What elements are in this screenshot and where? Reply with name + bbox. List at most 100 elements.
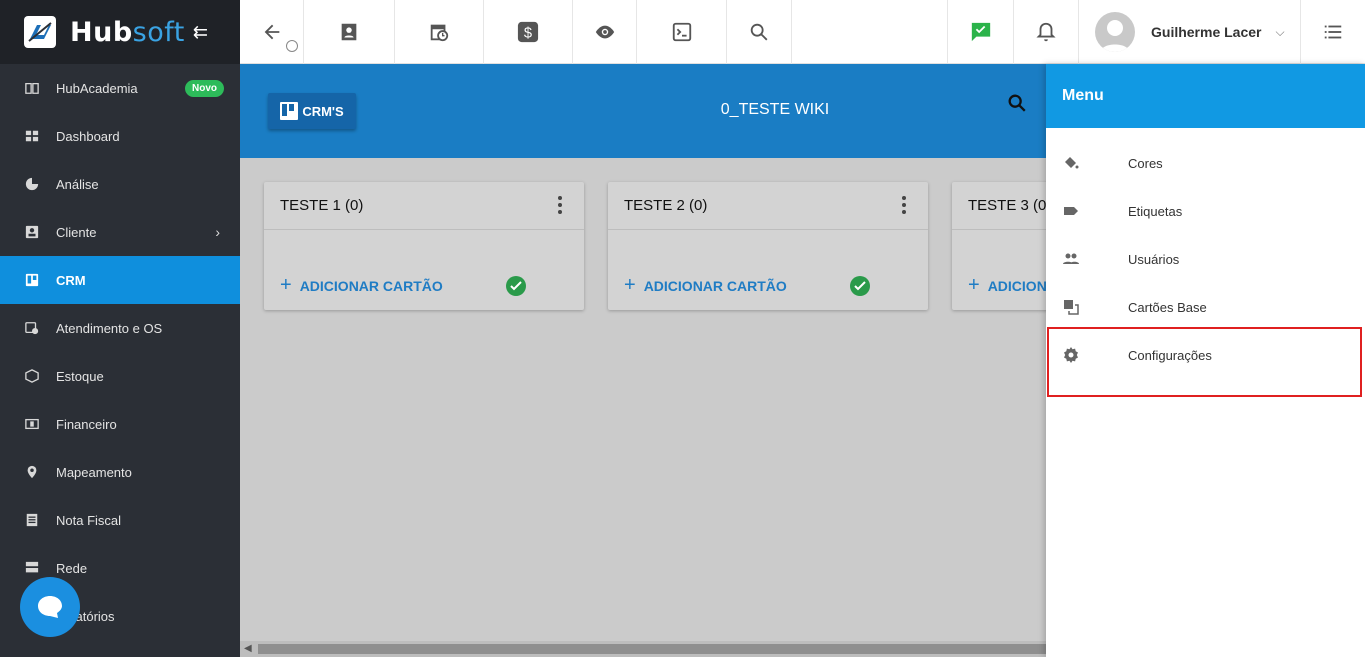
svg-text:$: $ <box>524 26 532 42</box>
menu-item-label: Cartões Base <box>1128 299 1207 315</box>
sidebar-item-mapeamento[interactable]: Mapeamento <box>0 448 240 496</box>
dashboard-icon <box>24 128 40 144</box>
sidebar-item-crm[interactable]: CRM <box>0 256 240 304</box>
topbar-spacer <box>792 0 948 63</box>
map-pin-icon <box>24 464 40 480</box>
view-button[interactable] <box>573 0 637 64</box>
new-badge: Novo <box>185 79 224 97</box>
notifications-button[interactable] <box>1014 0 1079 64</box>
menu-item-cores[interactable]: Cores <box>1046 139 1365 187</box>
document-icon <box>24 512 40 528</box>
add-card-label: ADICIONAR CARTÃO <box>643 277 787 294</box>
paint-bucket-icon <box>1062 154 1080 172</box>
money-icon <box>24 416 40 432</box>
chat-check-icon <box>971 22 990 42</box>
trello-board-icon <box>24 272 40 288</box>
calendar-clock-icon <box>24 320 40 336</box>
contact-card-icon <box>24 224 40 240</box>
menu-item-cartoes-base[interactable]: Cartões Base <box>1046 283 1365 331</box>
calendar-clock-icon <box>430 24 449 42</box>
menu-item-label: Etiquetas <box>1128 203 1183 219</box>
sidebar-item-cliente[interactable]: Cliente › <box>0 208 240 256</box>
list-icon <box>1324 25 1342 39</box>
add-card-button[interactable]: + ADICIONAR CARTÃO <box>280 274 443 297</box>
brand: Hubsoft ⇇ <box>0 0 240 64</box>
terminal-icon <box>672 22 691 42</box>
sidebar-item-analise[interactable]: Análise <box>0 160 240 208</box>
plus-icon: + <box>624 274 636 296</box>
contact-card-icon <box>341 23 357 41</box>
search-icon <box>1008 94 1026 112</box>
search-button[interactable] <box>727 0 792 64</box>
scroll-left-icon[interactable]: ◀ <box>244 643 252 654</box>
sidebar-item-label: Mapeamento <box>56 464 132 480</box>
column-header: TESTE 1 (0) <box>264 182 584 230</box>
label-icon <box>1062 202 1080 220</box>
book-icon <box>24 80 40 96</box>
schedule-button[interactable] <box>395 0 484 64</box>
scrollbar-thumb[interactable] <box>258 644 1058 654</box>
chevron-down-icon: ⌵ <box>1275 24 1285 39</box>
copy-icon <box>1062 298 1080 316</box>
sidebar-item-label: Cliente <box>56 224 97 240</box>
more-vert-icon[interactable] <box>902 196 906 217</box>
board-menu-panel: Menu Cores Etiquetas Usuários Cartões Ba… <box>1046 64 1365 657</box>
menu-title: Menu <box>1046 64 1365 128</box>
column-title: TESTE 2 (0) <box>624 197 708 214</box>
sidebar-item-dashboard[interactable]: Dashboard <box>0 112 240 160</box>
menu-item-label: Cores <box>1128 155 1163 171</box>
chevron-right-icon: › <box>215 224 220 240</box>
bell-icon <box>1036 22 1056 42</box>
board-column: TESTE 2 (0) + ADICIONAR CARTÃO <box>608 182 928 310</box>
back-button[interactable] <box>240 0 304 64</box>
add-card-label: ADICIONAR CARTÃO <box>299 277 443 294</box>
plus-icon: + <box>280 274 292 296</box>
dollar-icon: $ <box>517 21 539 43</box>
collapse-menu-icon[interactable]: ⇇ <box>193 22 208 43</box>
box-icon <box>24 368 40 384</box>
sidebar-item-estoque[interactable]: Estoque <box>0 352 240 400</box>
eye-icon <box>595 25 614 39</box>
list-menu-button[interactable] <box>1301 0 1365 64</box>
user-name: Guilherme Lacer <box>1151 24 1262 40</box>
status-indicator <box>286 40 298 52</box>
tasks-button[interactable] <box>948 0 1014 64</box>
hubsoft-logo[interactable] <box>24 16 56 48</box>
chat-icon <box>38 596 62 618</box>
plus-icon: + <box>968 274 980 296</box>
board-column: TESTE 1 (0) + ADICIONAR CARTÃO <box>264 182 584 310</box>
user-menu[interactable]: Guilherme Lacer ⌵ <box>286 0 1301 64</box>
sidebar: Hubsoft ⇇ HubAcademia Novo Dashboard Aná… <box>0 0 240 657</box>
check-circle-icon[interactable] <box>506 276 526 296</box>
network-icon <box>24 560 40 576</box>
sidebar-item-nota-fiscal[interactable]: Nota Fiscal <box>0 496 240 544</box>
menu-item-label: Usuários <box>1128 251 1180 267</box>
chat-widget-button[interactable] <box>20 577 80 637</box>
add-card-button[interactable]: + ADICIONAR CARTÃO <box>624 274 787 297</box>
brand-name: Hubsoft <box>70 16 185 48</box>
sidebar-item-label: Financeiro <box>56 416 117 432</box>
sidebar-item-financeiro[interactable]: Financeiro <box>0 400 240 448</box>
arrow-left-icon <box>264 24 279 40</box>
terminal-button[interactable] <box>637 0 727 64</box>
column-title: TESTE 3 (0) <box>968 197 1052 214</box>
pie-chart-icon <box>24 176 40 192</box>
finance-button[interactable]: $ <box>484 0 573 64</box>
board-search-button[interactable] <box>1006 92 1028 114</box>
sidebar-item-label: Nota Fiscal <box>56 512 122 528</box>
check-circle-icon[interactable] <box>850 276 870 296</box>
sidebar-item-hubacademia[interactable]: HubAcademia Novo <box>0 64 240 112</box>
sidebar-item-label: HubAcademia <box>56 80 138 96</box>
column-title: TESTE 1 (0) <box>280 197 364 214</box>
sidebar-item-label: Estoque <box>56 368 104 384</box>
more-vert-icon[interactable] <box>558 196 562 217</box>
topbar: $ Guilherme Lacer ⌵ <box>240 0 1365 64</box>
contacts-button[interactable] <box>304 0 395 64</box>
column-header: TESTE 2 (0) <box>608 182 928 230</box>
sidebar-item-label: Dashboard <box>56 128 120 144</box>
sidebar-item-label: Atendimento e OS <box>56 320 163 336</box>
sidebar-item-atendimento[interactable]: Atendimento e OS <box>0 304 240 352</box>
people-icon <box>1062 250 1080 268</box>
menu-item-etiquetas[interactable]: Etiquetas <box>1046 187 1365 235</box>
menu-item-usuarios[interactable]: Usuários <box>1046 235 1365 283</box>
